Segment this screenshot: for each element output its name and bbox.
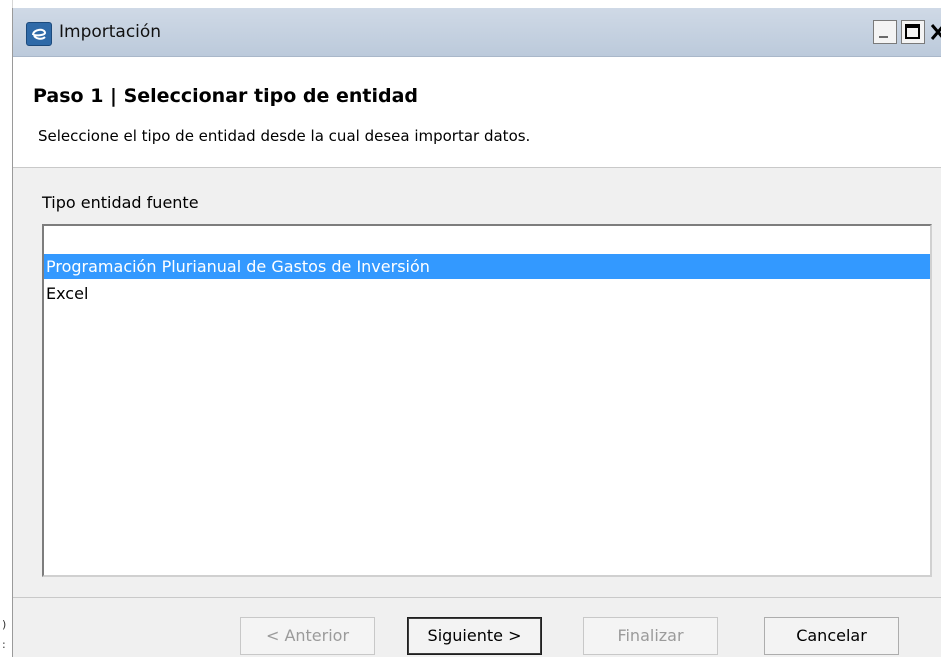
minimize-icon xyxy=(879,36,888,38)
maximize-button[interactable] xyxy=(901,20,925,44)
title-bar[interactable]: Importación xyxy=(13,8,941,57)
cancel-button[interactable]: Cancelar xyxy=(764,617,899,655)
step-title: Paso 1 | Seleccionar tipo de entidad xyxy=(33,85,418,107)
source-entity-list[interactable]: Programación Plurianual de Gastos de Inv… xyxy=(42,224,932,577)
finish-button[interactable]: Finalizar xyxy=(583,617,718,655)
app-logo-icon xyxy=(26,22,52,46)
next-button[interactable]: Siguiente > xyxy=(407,617,542,655)
background-edge-char: : xyxy=(2,638,6,651)
background-edge-char: ) xyxy=(2,618,7,631)
background-app-top xyxy=(0,0,941,8)
list-item[interactable]: Programación Plurianual de Gastos de Inv… xyxy=(44,254,930,279)
close-icon xyxy=(930,24,941,40)
list-item[interactable]: Excel xyxy=(44,281,930,306)
step-description: Seleccione el tipo de entidad desde la c… xyxy=(38,127,531,145)
wizard-header: Paso 1 | Seleccionar tipo de entidad Sel… xyxy=(13,57,941,168)
import-dialog: Importación Paso 1 | Seleccionar tipo de… xyxy=(12,8,941,657)
maximize-icon xyxy=(905,24,920,39)
source-entity-label: Tipo entidad fuente xyxy=(42,193,199,212)
previous-button[interactable]: < Anterior xyxy=(240,617,375,655)
close-button[interactable] xyxy=(929,20,941,44)
footer-divider xyxy=(13,597,941,598)
minimize-button[interactable] xyxy=(873,20,897,44)
window-title: Importación xyxy=(59,22,162,42)
